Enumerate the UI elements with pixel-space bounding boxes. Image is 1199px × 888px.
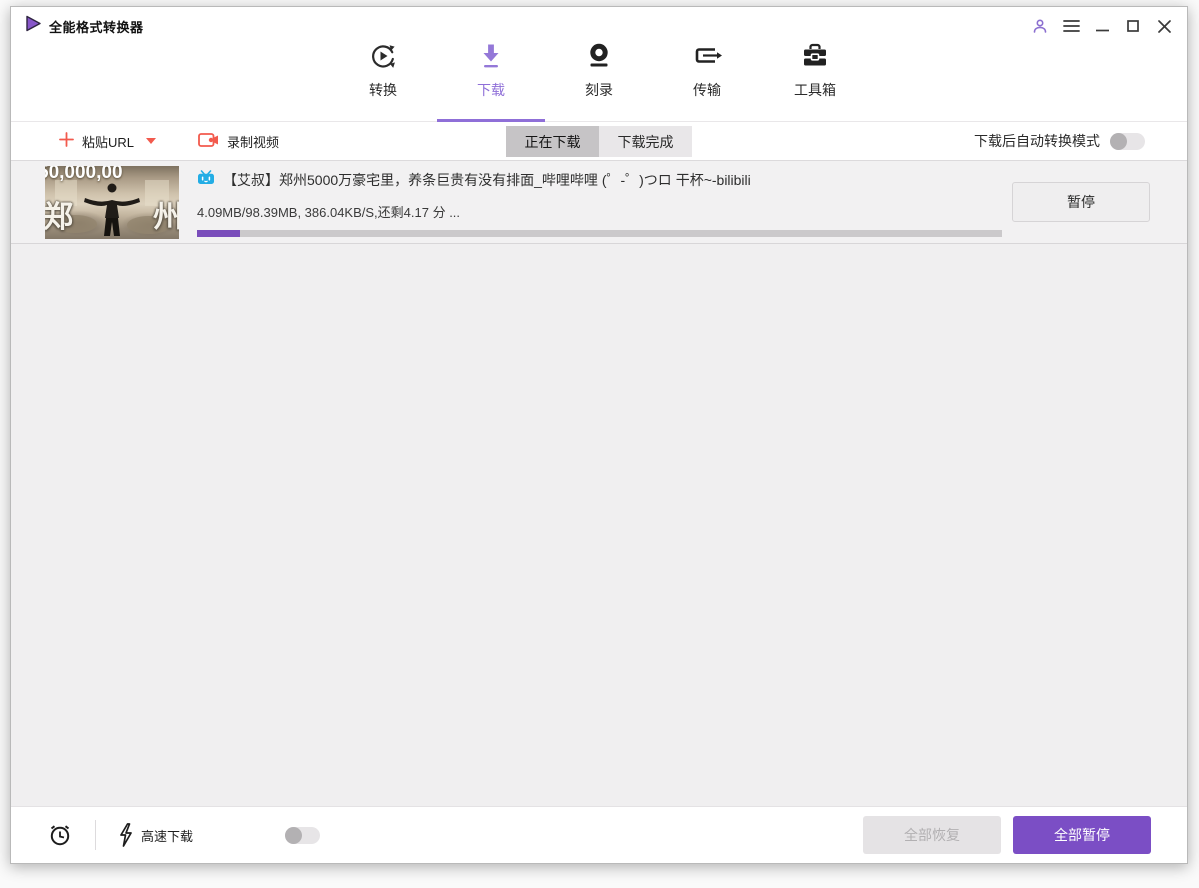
- tab-download-finished[interactable]: 下载完成: [599, 126, 692, 157]
- download-stats: 4.09MB/98.39MB, 386.04KB/S,还剩4.17 分 ...: [197, 204, 461, 220]
- schedule-clock-icon[interactable]: [47, 822, 73, 848]
- window-controls: [1031, 17, 1173, 35]
- maximize-icon[interactable]: [1124, 17, 1142, 35]
- download-item-row[interactable]: 50,000,00 郑 州 【艾叔】郑州5000万豪宅里，养条巨贵有没有排面_哔…: [11, 161, 1187, 244]
- record-camera-icon: [198, 132, 219, 151]
- tab-downloading[interactable]: 正在下载: [506, 126, 599, 157]
- tab-convert-label: 转换: [369, 82, 397, 98]
- main-nav: 转换 下载 刻录 传输 工具箱: [11, 35, 1187, 122]
- download-icon: [476, 41, 506, 71]
- convert-icon: [368, 41, 398, 71]
- toolbar-right: 下载后自动转换模式: [974, 131, 1145, 151]
- toolbox-icon: [800, 41, 830, 71]
- tab-convert[interactable]: 转换: [329, 35, 437, 121]
- desktop: 全能格式转换器 转换 下载 刻录 传输 工具箱 粘贴URL 录制视频 正在下载 …: [0, 0, 1199, 888]
- toolbar-left: 粘贴URL 录制视频: [59, 132, 279, 151]
- progress-bar: [197, 229, 1002, 237]
- account-icon[interactable]: [1031, 17, 1049, 35]
- video-thumbnail: 50,000,00 郑 州: [45, 165, 179, 239]
- paste-url-label: 粘贴URL: [82, 134, 135, 150]
- resume-all-button[interactable]: 全部恢复: [863, 816, 1001, 854]
- download-item-main: 【艾叔】郑州5000万豪宅里，养条巨贵有没有排面_哔哩哔哩 (゜-゜)つロ 干杯…: [197, 168, 1002, 237]
- video-title: 【艾叔】郑州5000万豪宅里，养条巨贵有没有排面_哔哩哔哩 (゜-゜)つロ 干杯…: [223, 171, 751, 188]
- item-title-row: 【艾叔】郑州5000万豪宅里，养条巨贵有没有排面_哔哩哔哩 (゜-゜)つロ 干杯…: [197, 169, 1002, 190]
- app-window: 全能格式转换器 转换 下载 刻录 传输 工具箱 粘贴URL 录制视频 正在下载 …: [10, 6, 1188, 864]
- paste-url-button[interactable]: 粘贴URL: [59, 132, 157, 151]
- tab-toolbox-label: 工具箱: [794, 82, 836, 98]
- header: 全能格式转换器 转换 下载 刻录 传输 工具箱: [11, 7, 1187, 122]
- minimize-icon[interactable]: [1093, 17, 1111, 35]
- plus-icon: [59, 132, 74, 150]
- thumbnail-char-right: 州: [153, 200, 179, 234]
- thumbnail-char-left: 郑: [45, 200, 73, 234]
- progress-fill: [197, 229, 240, 237]
- auto-convert-label: 下载后自动转换模式: [974, 133, 1100, 149]
- record-video-label: 录制视频: [227, 134, 280, 150]
- pause-all-button[interactable]: 全部暂停: [1013, 816, 1151, 854]
- tab-burn-label: 刻录: [585, 82, 613, 98]
- download-list-area: [11, 244, 1187, 806]
- transfer-icon: [691, 41, 723, 71]
- chevron-down-icon[interactable]: [146, 138, 157, 144]
- app-identity: 全能格式转换器: [25, 15, 144, 37]
- download-toolbar: 粘贴URL 录制视频 正在下载 下载完成 下载后自动转换模式: [11, 122, 1187, 161]
- lightning-icon: [118, 823, 133, 847]
- auto-convert-toggle-knob: [1110, 132, 1127, 150]
- tab-download-label: 下载: [477, 82, 505, 98]
- tab-transfer[interactable]: 传输: [653, 35, 761, 121]
- footer-bar: 高速下载 全部恢复 全部暂停: [11, 806, 1187, 863]
- record-video-button[interactable]: 录制视频: [198, 132, 279, 151]
- close-icon[interactable]: [1155, 17, 1173, 35]
- high-speed-toggle-knob: [285, 826, 303, 844]
- footer-left: 高速下载: [47, 820, 321, 850]
- app-logo-play-icon: [25, 15, 42, 37]
- tab-toolbox[interactable]: 工具箱: [761, 35, 869, 121]
- bilibili-icon: [197, 169, 215, 190]
- tab-burn[interactable]: 刻录: [545, 35, 653, 121]
- menu-icon[interactable]: [1062, 17, 1080, 35]
- pause-button[interactable]: 暂停: [1012, 182, 1150, 222]
- tab-download[interactable]: 下载: [437, 35, 545, 122]
- footer-divider: [95, 820, 96, 850]
- auto-convert-toggle[interactable]: [1110, 132, 1145, 150]
- high-speed-label: 高速下载: [141, 828, 194, 844]
- thumbnail-caption: 50,000,00: [45, 165, 123, 183]
- high-speed-toggle[interactable]: [285, 826, 321, 844]
- tab-transfer-label: 传输: [693, 82, 721, 98]
- app-title: 全能格式转换器: [49, 19, 144, 35]
- download-state-tabs: 正在下载 下载完成: [506, 126, 692, 157]
- burn-icon: [584, 41, 614, 71]
